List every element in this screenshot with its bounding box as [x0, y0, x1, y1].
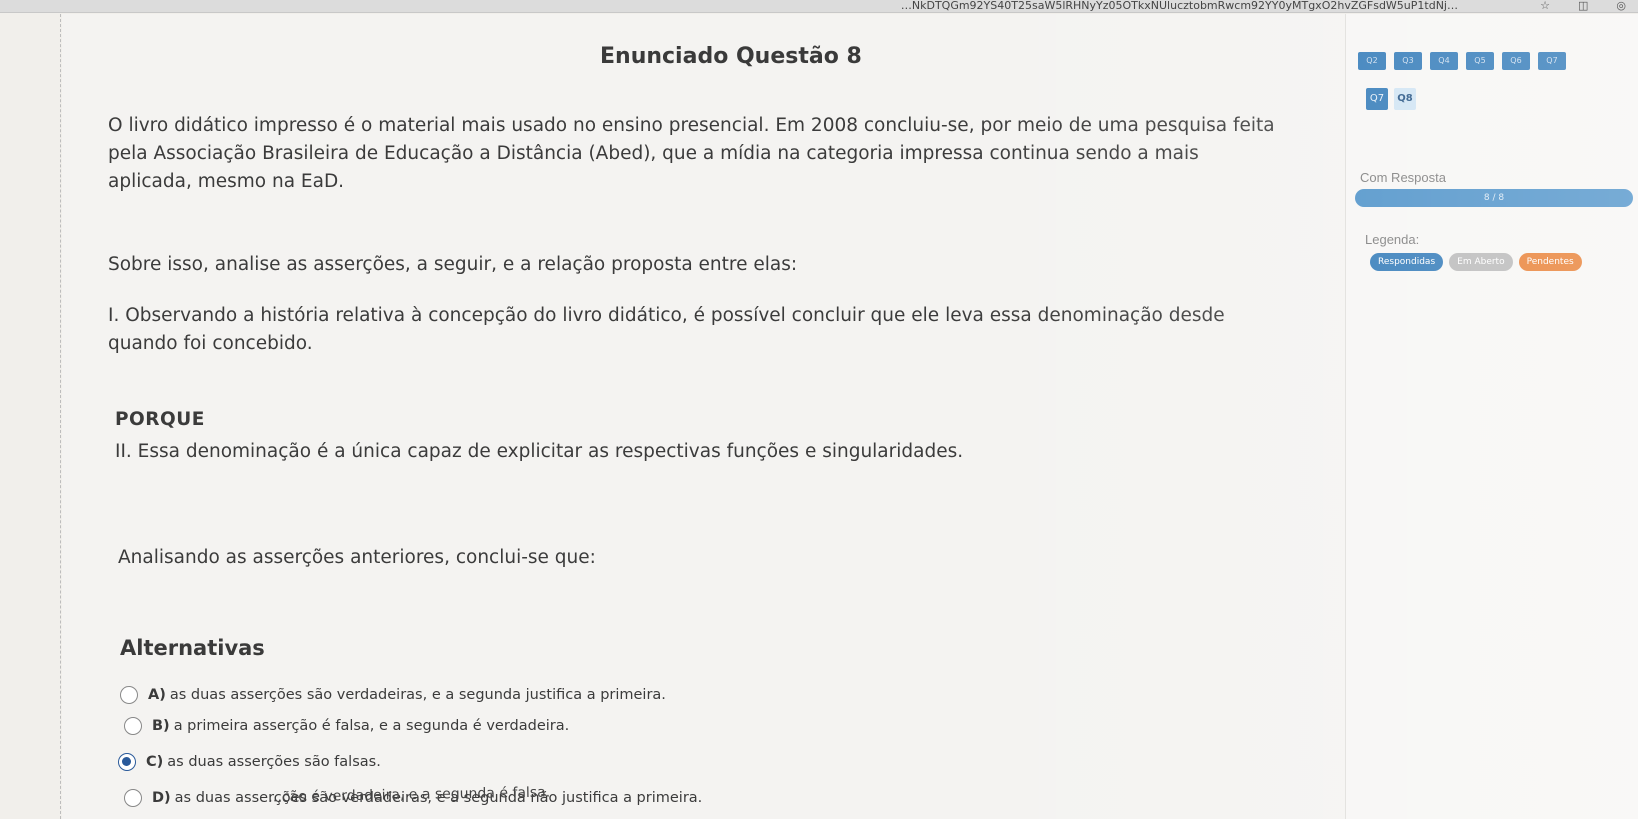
option-b-letter: B): [152, 718, 170, 734]
option-b-radio[interactable]: [124, 717, 142, 735]
answered-label: Com Resposta: [1360, 170, 1446, 185]
question-intro: O livro didático impresso é o material m…: [108, 115, 1275, 192]
question-button[interactable]: Q2: [1358, 52, 1386, 70]
progress-bar: 8 / 8: [1355, 189, 1633, 207]
legend-pending: Pendentes: [1518, 253, 1582, 271]
question-button[interactable]: Q5: [1466, 52, 1494, 70]
profile-icon[interactable]: ◎: [1616, 0, 1626, 12]
assertion-one: I. Observando a história relativa à conc…: [108, 305, 1225, 354]
option-c[interactable]: C) as duas asserções são falsas.: [118, 753, 381, 771]
option-a-letter: A): [148, 687, 166, 703]
option-a-text[interactable]: as duas asserções são verdadeiras, e a s…: [170, 687, 666, 703]
option-a[interactable]: A) as duas asserções são verdadeiras, e …: [120, 686, 666, 704]
star-icon[interactable]: ☆: [1540, 0, 1550, 12]
option-b[interactable]: B) a primeira asserção é falsa, e a segu…: [124, 717, 569, 735]
option-d-radio[interactable]: [124, 789, 142, 807]
option-d-letter: D): [152, 790, 171, 806]
question-title: Enunciado Questão 8: [600, 44, 862, 69]
page-left-border: [60, 14, 61, 819]
option-c-text[interactable]: as duas asserções são falsas.: [167, 754, 381, 770]
analysis-prompt: Analisando as asserções anteriores, conc…: [118, 547, 596, 568]
question-grid: Q2 Q3 Q4 Q5 Q6 Q7: [1358, 52, 1566, 70]
legend-label: Legenda:: [1365, 232, 1420, 247]
question-navigator: [1346, 14, 1638, 819]
current-question-button[interactable]: Q8: [1394, 88, 1416, 110]
option-b-text[interactable]: a primeira asserção é falsa, e a segunda…: [174, 718, 570, 734]
porque-label: PORQUE: [115, 409, 205, 430]
question-button[interactable]: Q7: [1366, 88, 1388, 110]
legend-answered: Respondidas: [1370, 253, 1444, 271]
question-grid-row2: Q7 Q8: [1366, 88, 1416, 110]
option-c-radio[interactable]: [118, 753, 136, 771]
question-button[interactable]: Q3: [1394, 52, 1422, 70]
question-button[interactable]: Q6: [1502, 52, 1530, 70]
option-a-radio[interactable]: [120, 686, 138, 704]
question-ask: Sobre isso, analise as asserções, a segu…: [108, 254, 798, 275]
legend-open: Em Aberto: [1449, 253, 1513, 271]
legend: Respondidas Em Aberto Pendentes: [1370, 253, 1582, 271]
browser-address-bar[interactable]: …NkDTQGm92YS40T25saW5lRHNyYz05OTkxNUlucz…: [0, 0, 1638, 13]
puzzle-icon[interactable]: ◫: [1578, 0, 1588, 12]
option-c-letter: C): [146, 754, 164, 770]
assertion-two: II. Essa denominação é a única capaz de …: [115, 441, 964, 462]
question-button[interactable]: Q4: [1430, 52, 1458, 70]
url-text[interactable]: …NkDTQGm92YS40T25saW5lRHNyYz05OTkxNUlucz…: [901, 0, 1458, 12]
alternatives-title: Alternativas: [120, 636, 265, 660]
question-button[interactable]: Q7: [1538, 52, 1566, 70]
